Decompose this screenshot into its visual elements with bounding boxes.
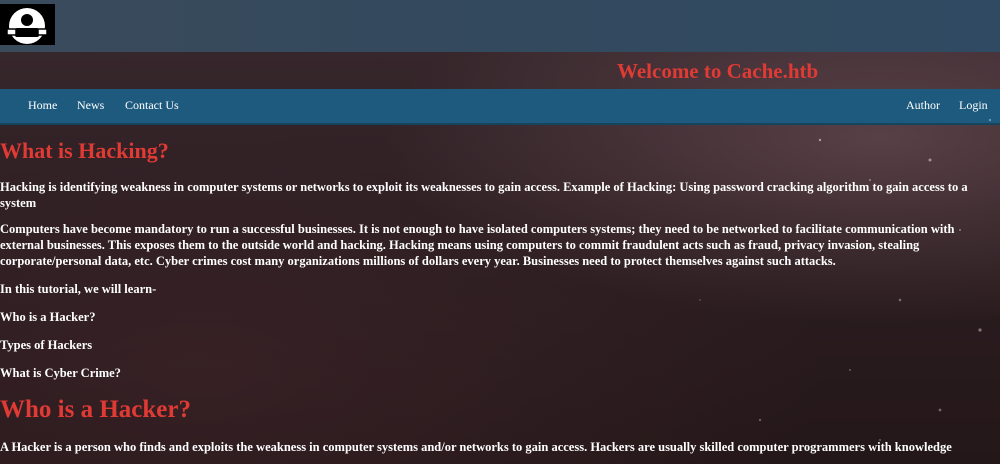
site-logo[interactable] [0, 4, 55, 45]
nav-news[interactable]: News [77, 98, 104, 113]
nav-home[interactable]: Home [28, 98, 57, 113]
nav-author[interactable]: Author [906, 98, 940, 113]
heading-what-is-hacking: What is Hacking? [0, 138, 169, 163]
header-band [0, 0, 1000, 52]
list-item: What is Cyber Crime? [0, 366, 121, 380]
nav-contact-us[interactable]: Contact Us [125, 98, 179, 113]
user-robot-icon [6, 8, 48, 44]
paragraph-hacker-definition: A Hacker is a person who finds and explo… [0, 440, 952, 454]
list-item: Who is a Hacker? [0, 310, 96, 324]
navbar: Home News Contact Us Author Login [0, 89, 1000, 125]
main-content: What is Hacking? Hacking is identifying … [0, 137, 1000, 455]
paragraph-tutorial-intro: In this tutorial, we will learn- [0, 282, 157, 296]
paragraph-hacking-definition: Hacking is identifying weakness in compu… [0, 180, 968, 210]
heading-who-is-hacker: Who is a Hacker? [0, 396, 191, 423]
welcome-title: Welcome to Cache.htb [617, 59, 819, 83]
paragraph-computers: Computers have become mandatory to run a… [0, 222, 955, 268]
list-item: Types of Hackers [0, 338, 93, 352]
nav-login[interactable]: Login [959, 98, 988, 113]
